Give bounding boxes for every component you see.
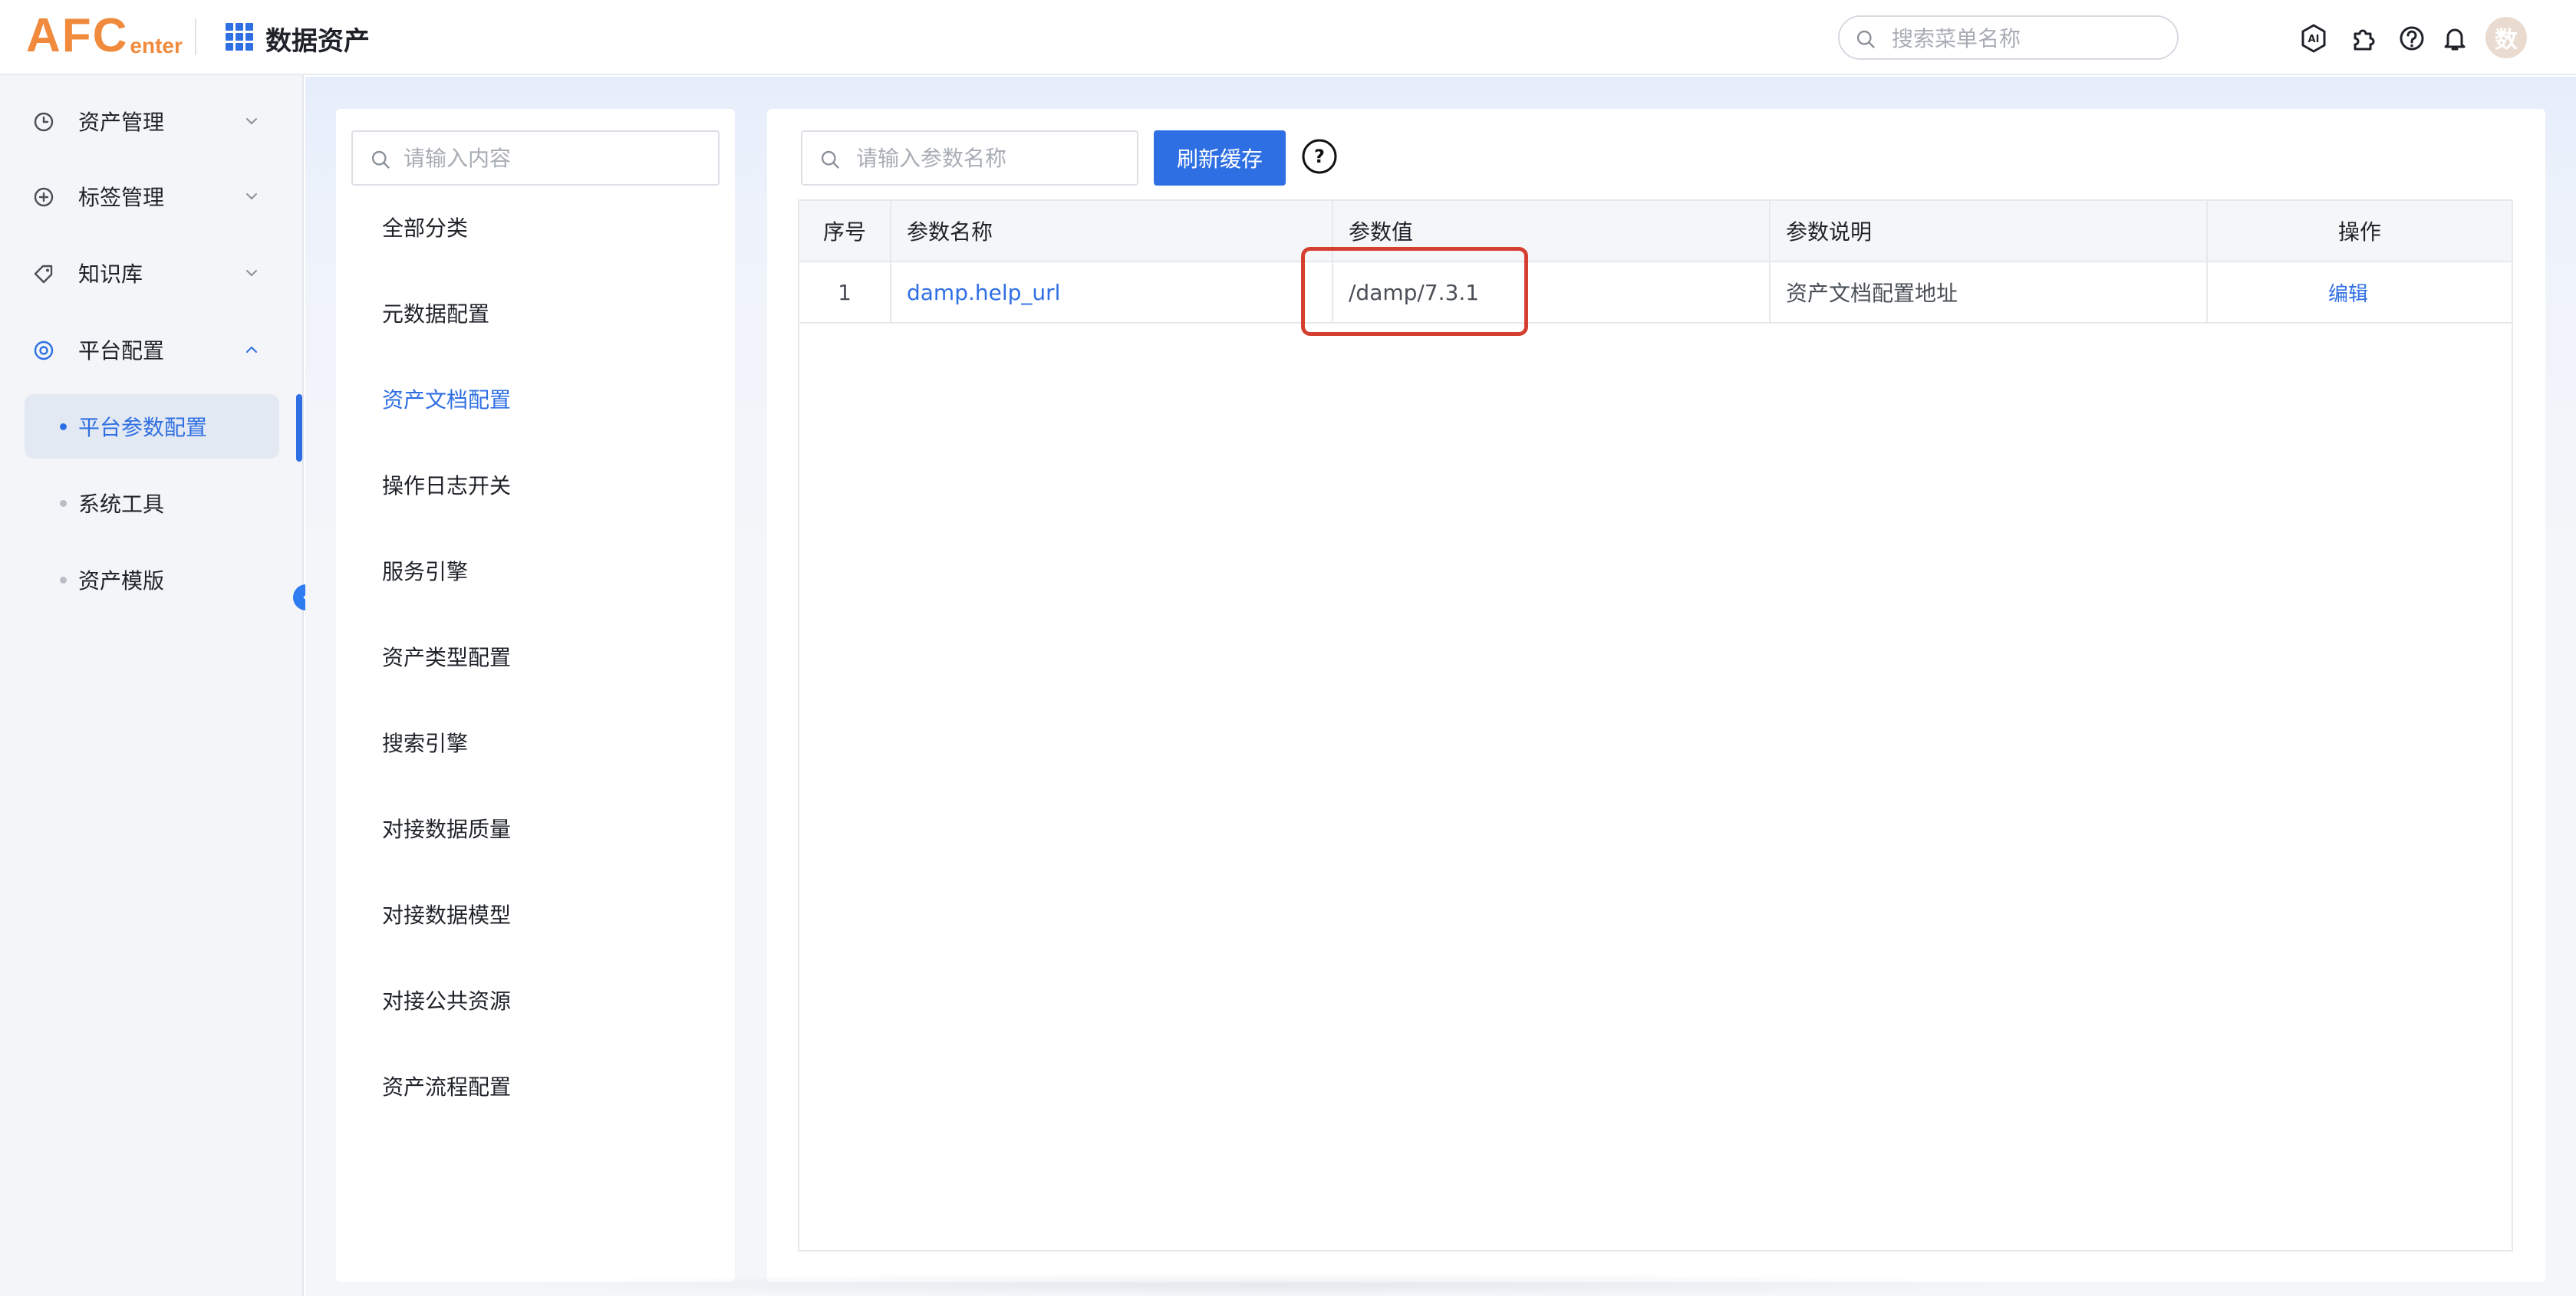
category-item[interactable]: 资产类型配置 bbox=[382, 643, 511, 673]
category-item[interactable]: 操作日志开关 bbox=[382, 471, 511, 502]
afcenter-logo[interactable]: AFC enter bbox=[26, 11, 183, 60]
sidebar-subitem-label: 资产模版 bbox=[78, 568, 165, 594]
sidebar-item-asset-management[interactable]: 资产管理 bbox=[25, 89, 278, 153]
params-table: 序号 参数名称 参数值 参数说明 操作 1 damp.help_url /dam… bbox=[798, 199, 2513, 1252]
settings-icon bbox=[34, 340, 54, 360]
tag-icon bbox=[34, 265, 53, 284]
app-grid-icon[interactable] bbox=[226, 23, 253, 51]
category-item[interactable]: 资产流程配置 bbox=[382, 1072, 511, 1103]
bullet-dot bbox=[60, 500, 67, 507]
sidebar-item-tag-management[interactable]: 标签管理 bbox=[25, 164, 278, 229]
plugin-icon[interactable] bbox=[2349, 23, 2380, 54]
chevron-up-icon bbox=[246, 346, 257, 353]
cell-actions: 编辑 bbox=[2208, 262, 2512, 322]
help-symbol: ? bbox=[1314, 146, 1325, 167]
sidebar: 资产管理 标签管理 知识库 平台配置 平台参数配置 系统工具 资产模版 bbox=[0, 75, 304, 1296]
col-header-index: 序号 bbox=[799, 201, 891, 261]
logo-main-text: AFC bbox=[26, 9, 129, 62]
edit-link[interactable]: 编辑 bbox=[2328, 278, 2368, 307]
sidebar-item-label: 知识库 bbox=[78, 262, 143, 287]
active-indicator-bar bbox=[296, 394, 302, 462]
category-item[interactable]: 对接公共资源 bbox=[382, 986, 511, 1017]
category-search-box[interactable] bbox=[351, 130, 720, 186]
param-search-input[interactable] bbox=[856, 143, 1132, 173]
col-header-description: 参数说明 bbox=[1771, 201, 2208, 261]
bottom-shadow bbox=[460, 1273, 2071, 1296]
sidebar-item-label: 资产管理 bbox=[78, 110, 165, 135]
plus-circle-icon bbox=[34, 187, 54, 207]
refresh-cache-button[interactable]: 刷新缓存 bbox=[1154, 130, 1286, 186]
category-item-active[interactable]: 资产文档配置 bbox=[382, 385, 511, 416]
cell-name: damp.help_url bbox=[891, 262, 1333, 322]
svg-text:AI: AI bbox=[2308, 34, 2320, 45]
clock-icon bbox=[34, 112, 54, 132]
bullet-dot bbox=[60, 577, 67, 584]
menu-search-box[interactable] bbox=[1838, 15, 2179, 60]
category-item[interactable]: 元数据配置 bbox=[382, 299, 489, 330]
sidebar-subitem-system-tools[interactable]: 系统工具 bbox=[25, 471, 279, 535]
cell-index: 1 bbox=[799, 262, 891, 322]
cell-description: 资产文档配置地址 bbox=[1771, 262, 2208, 322]
ai-assistant-icon[interactable]: AI bbox=[2298, 23, 2329, 54]
sidebar-item-platform-config[interactable]: 平台配置 bbox=[25, 317, 278, 382]
cell-value: /damp/7.3.1 bbox=[1333, 262, 1771, 322]
table-row: 1 damp.help_url /damp/7.3.1 资产文档配置地址 编辑 bbox=[799, 262, 2512, 324]
sidebar-subitem-asset-templates[interactable]: 资产模版 bbox=[25, 548, 279, 612]
category-search-input[interactable] bbox=[404, 143, 710, 173]
category-item[interactable]: 对接数据模型 bbox=[382, 900, 511, 931]
top-header: AFC enter 数据资产 AI 数 bbox=[0, 0, 2576, 75]
sidebar-item-label: 平台配置 bbox=[78, 338, 165, 363]
bullet-dot bbox=[60, 423, 67, 430]
param-name-link[interactable]: damp.help_url bbox=[907, 280, 1060, 305]
search-icon bbox=[1856, 30, 1875, 48]
col-header-name: 参数名称 bbox=[891, 201, 1333, 261]
search-icon bbox=[821, 150, 839, 169]
sidebar-subitem-label: 系统工具 bbox=[78, 492, 165, 517]
help-icon[interactable] bbox=[2396, 23, 2427, 54]
category-item[interactable]: 服务引擎 bbox=[382, 557, 468, 587]
params-panel: 刷新缓存 ? 序号 参数名称 参数值 参数说明 操作 1 damp.help_u… bbox=[767, 109, 2545, 1282]
logo-sub-text: enter bbox=[130, 34, 183, 58]
category-item[interactable]: 搜索引擎 bbox=[382, 729, 468, 759]
logo-divider bbox=[195, 18, 196, 55]
user-avatar[interactable]: 数 bbox=[2485, 17, 2527, 58]
chevron-down-icon bbox=[246, 118, 257, 125]
category-panel: 全部分类 元数据配置 资产文档配置 操作日志开关 服务引擎 资产类型配置 搜索引… bbox=[336, 109, 735, 1282]
param-search-box[interactable] bbox=[801, 130, 1138, 186]
menu-search-input[interactable] bbox=[1892, 23, 2168, 54]
question-circle-icon[interactable]: ? bbox=[1301, 138, 1338, 175]
sidebar-item-label: 标签管理 bbox=[78, 185, 165, 210]
sidebar-subitem-label: 平台参数配置 bbox=[78, 415, 208, 440]
app-title: 数据资产 bbox=[265, 26, 370, 57]
sidebar-item-knowledge-base[interactable]: 知识库 bbox=[25, 241, 278, 305]
search-icon bbox=[371, 150, 390, 169]
col-header-value: 参数值 bbox=[1333, 201, 1771, 261]
col-header-actions: 操作 bbox=[2337, 219, 2381, 245]
chevron-down-icon bbox=[246, 270, 257, 277]
sidebar-subitem-platform-params[interactable]: 平台参数配置 bbox=[25, 394, 279, 459]
table-header: 序号 参数名称 参数值 参数说明 操作 bbox=[799, 201, 2512, 262]
notification-bell-icon[interactable] bbox=[2439, 23, 2470, 54]
category-item[interactable]: 对接数据质量 bbox=[382, 814, 511, 845]
chevron-down-icon bbox=[246, 193, 257, 200]
category-item[interactable]: 全部分类 bbox=[382, 213, 468, 244]
